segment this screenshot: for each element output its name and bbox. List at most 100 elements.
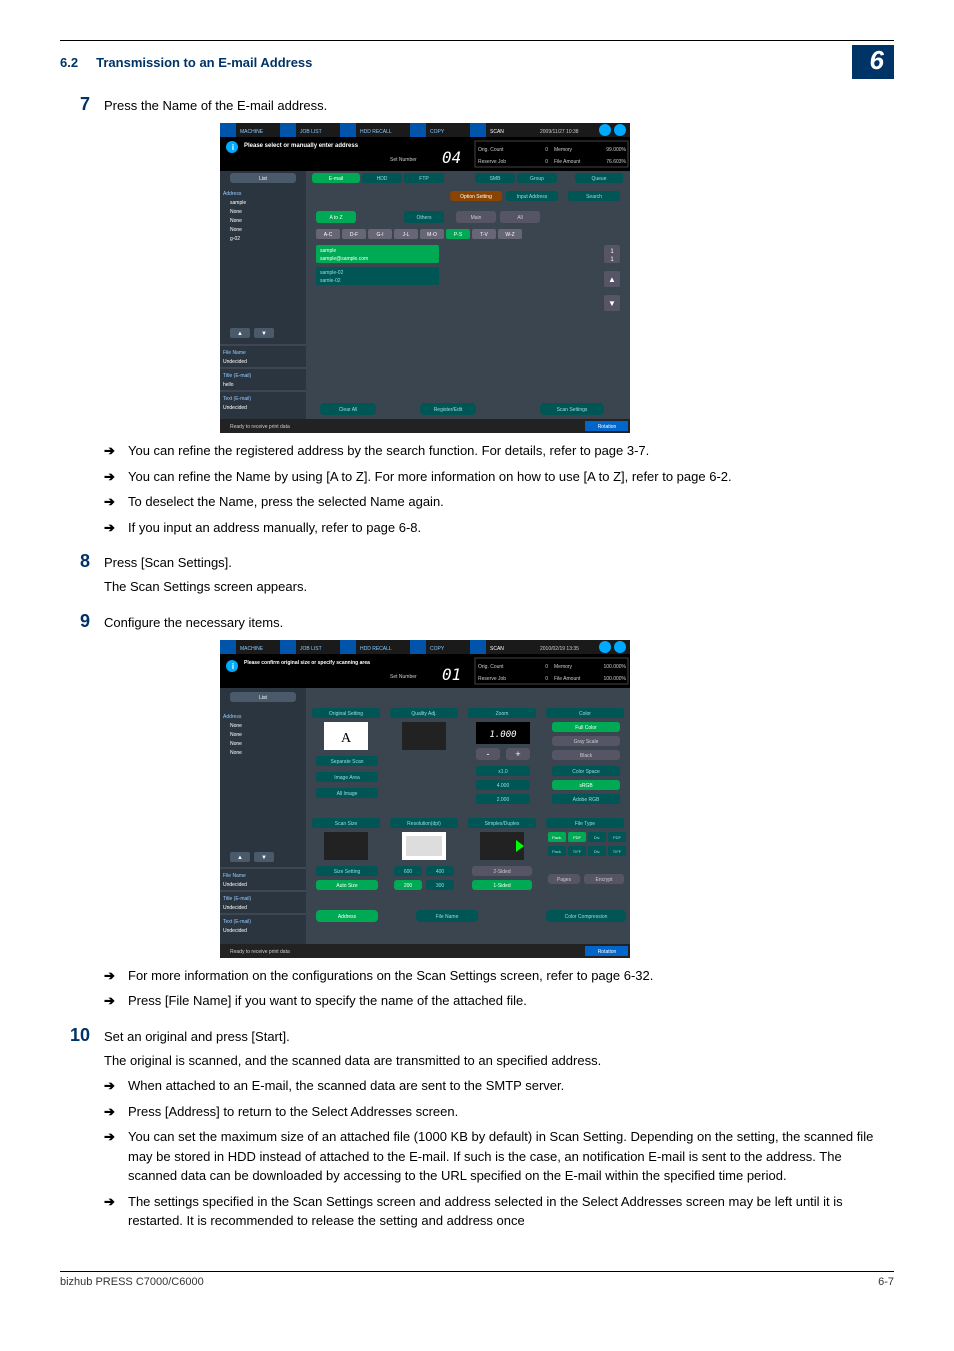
svg-text:2.000[interactable]: 2.000 [497, 797, 510, 803]
svg-text:i: i [232, 143, 234, 152]
svg-text:List: List [259, 176, 267, 182]
svg-text:TIFF[interactable]: TIFF [613, 849, 622, 854]
svg-text:2010/02/19 13:35: 2010/02/19 13:35 [540, 646, 579, 652]
svg-text:T-V[interactable]: T-V [480, 232, 488, 238]
svg-text:List[interactable]: List [259, 695, 267, 701]
svg-text:samle-02: samle-02 [320, 278, 341, 284]
svg-text:COPY[interactable]: COPY [430, 646, 445, 652]
svg-text:Reserve Job: Reserve Job [478, 676, 506, 682]
svg-text:x1.0[interactable]: x1.0 [498, 769, 508, 775]
svg-text:400[interactable]: 400 [436, 869, 445, 875]
svg-text:+: + [515, 749, 520, 759]
arrow-bullet: ➔ [104, 966, 128, 986]
svg-text:Queue[interactable]: Queue [591, 176, 606, 182]
svg-text:Quality Adj.[interactable]: Quality Adj. [411, 711, 436, 717]
svg-text:W-Z[interactable]: W-Z [505, 232, 514, 238]
svg-text:Rotation[interactable]: Rotation [598, 949, 617, 955]
svg-text:4.000[interactable]: 4.000 [497, 783, 510, 789]
svg-text:File Name: File Name [436, 914, 459, 920]
svg-text:g-02: g-02 [230, 236, 240, 242]
svg-text:A to Z[interactable]: A to Z [329, 215, 342, 221]
svg-text:▼: ▼ [608, 299, 616, 308]
arrow-text: The settings specified in the Scan Setti… [128, 1192, 894, 1231]
svg-text:FTP[interactable]: FTP [419, 176, 429, 182]
svg-text:Pack.[interactable]: Pack. [552, 849, 562, 854]
svg-text:Adobe RGB[interactable]: Adobe RGB [573, 797, 600, 803]
svg-text:All Image[interactable]: All Image [337, 791, 358, 797]
arrow-bullet: ➔ [104, 991, 128, 1011]
svg-text:300[interactable]: 300 [436, 883, 445, 889]
svg-text:None: None [230, 227, 242, 233]
svg-text:Size Setting[interactable]: Size Setting [334, 869, 361, 875]
svg-text:PDF[interactable]: PDF [573, 835, 582, 840]
svg-text:▲: ▲ [237, 331, 243, 337]
svg-text:SCAN[interactable]: SCAN [490, 646, 504, 652]
tab-joblist[interactable]: JOB LIST [300, 129, 322, 135]
svg-text:Register/Edit: Register/Edit [434, 407, 463, 413]
tab-scan[interactable]: SCAN [490, 129, 504, 135]
svg-text:1-Sided[interactable]: 1-Sided [493, 883, 510, 889]
tab-hddrecall[interactable]: HDD RECALL [360, 129, 392, 135]
svg-text:M-O[interactable]: M-O [427, 232, 437, 238]
svg-text:PDF[interactable]: PDF [613, 835, 622, 840]
svg-text:Full Color[interactable]: Full Color [575, 725, 597, 731]
svg-text:TIFF[interactable]: TIFF [573, 849, 582, 854]
chapter-badge: 6 [852, 45, 894, 79]
svg-text:Scan Size[interactable]: Scan Size [335, 821, 358, 827]
svg-text:Main[interactable]: Main [471, 215, 482, 221]
svg-text:Orig. Count: Orig. Count [478, 664, 504, 670]
svg-text:SMB[interactable]: SMB [490, 176, 502, 182]
svg-text:None: None [230, 741, 242, 747]
svg-text:MACHINE[interactable]: MACHINE [240, 646, 264, 652]
svg-text:JOB LIST[interactable]: JOB LIST [300, 646, 322, 652]
svg-text:Reserve Job: Reserve Job [478, 159, 506, 165]
svg-text:Encrypt[interactable]: Encrypt [596, 877, 614, 883]
svg-text:200[interactable]: 200 [404, 883, 413, 889]
svg-text:0: 0 [545, 664, 548, 670]
svg-text:Please confirm original size o: Please confirm original size or specify … [244, 660, 370, 666]
svg-text:Image Area[interactable]: Image Area [334, 775, 360, 781]
svg-text:600[interactable]: 600 [404, 869, 413, 875]
svg-text:File Type[interactable]: File Type [575, 821, 595, 827]
svg-text:Black[interactable]: Black [580, 753, 593, 759]
svg-text:Pack.[interactable]: Pack. [552, 835, 562, 840]
svg-text:Color[interactable]: Color [579, 711, 591, 717]
svg-text:Separate Scan[interactable]: Separate Scan [330, 759, 363, 765]
svg-text:HDD[interactable]: HDD [377, 176, 388, 182]
svg-text:Simplex/Duplex[interactable]: Simplex/Duplex [485, 821, 520, 827]
svg-text:Pages[interactable]: Pages [557, 877, 572, 883]
svg-text:HDD RECALL[interactable]: HDD RECALL [360, 646, 392, 652]
svg-text:E-mail: E-mail [329, 176, 343, 182]
svg-text:Gray Scale[interactable]: Gray Scale [574, 739, 599, 745]
status-text: Ready to receive print data [230, 424, 290, 430]
svg-text:Others[interactable]: Others [416, 215, 432, 221]
tab-copy[interactable]: COPY [430, 129, 445, 135]
page-header: 6.2 Transmission to an E-mail Address 6 [60, 40, 894, 79]
svg-text:J-L[interactable]: J-L [403, 232, 410, 238]
step-description: The Scan Settings screen appears. [104, 578, 894, 596]
svg-text:Div.[interactable]: Div. [594, 835, 601, 840]
svg-text:Auto Size[interactable]: Auto Size [336, 883, 358, 889]
svg-text:▲: ▲ [237, 855, 243, 861]
svg-text:2-Sided[interactable]: 2-Sided [493, 869, 510, 875]
svg-text:Scan Settings: Scan Settings [557, 407, 588, 413]
svg-text:Div.[interactable]: Div. [594, 849, 601, 854]
svg-text:Color Space[interactable]: Color Space [572, 769, 600, 775]
svg-text:Original Setting[interactable]: Original Setting [329, 711, 363, 717]
svg-text:Group[interactable]: Group [530, 176, 544, 182]
svg-text:G-I[interactable]: G-I [377, 232, 384, 238]
step-text: Configure the necessary items. [104, 611, 894, 632]
svg-text:D-F[interactable]: D-F [350, 232, 358, 238]
tab-machine[interactable]: MACHINE [240, 129, 264, 135]
svg-text:All[interactable]: All [517, 215, 523, 221]
svg-text:sample: sample [230, 200, 246, 206]
svg-text:A-C[interactable]: A-C [324, 232, 333, 238]
svg-text:1.000: 1.000 [489, 730, 516, 740]
svg-text:Resolution(dpi)[interactable]: Resolution(dpi) [407, 821, 441, 827]
svg-text:Zoom[interactable]: Zoom [496, 711, 509, 717]
svg-text:P-S[interactable]: P-S [454, 232, 463, 238]
svg-text:Set Number: Set Number [390, 674, 417, 680]
svg-text:sRGB[interactable]: sRGB [579, 783, 593, 789]
arrow-text: When attached to an E-mail, the scanned … [128, 1076, 894, 1096]
svg-text:Rotation[interactable]: Rotation [598, 424, 617, 430]
